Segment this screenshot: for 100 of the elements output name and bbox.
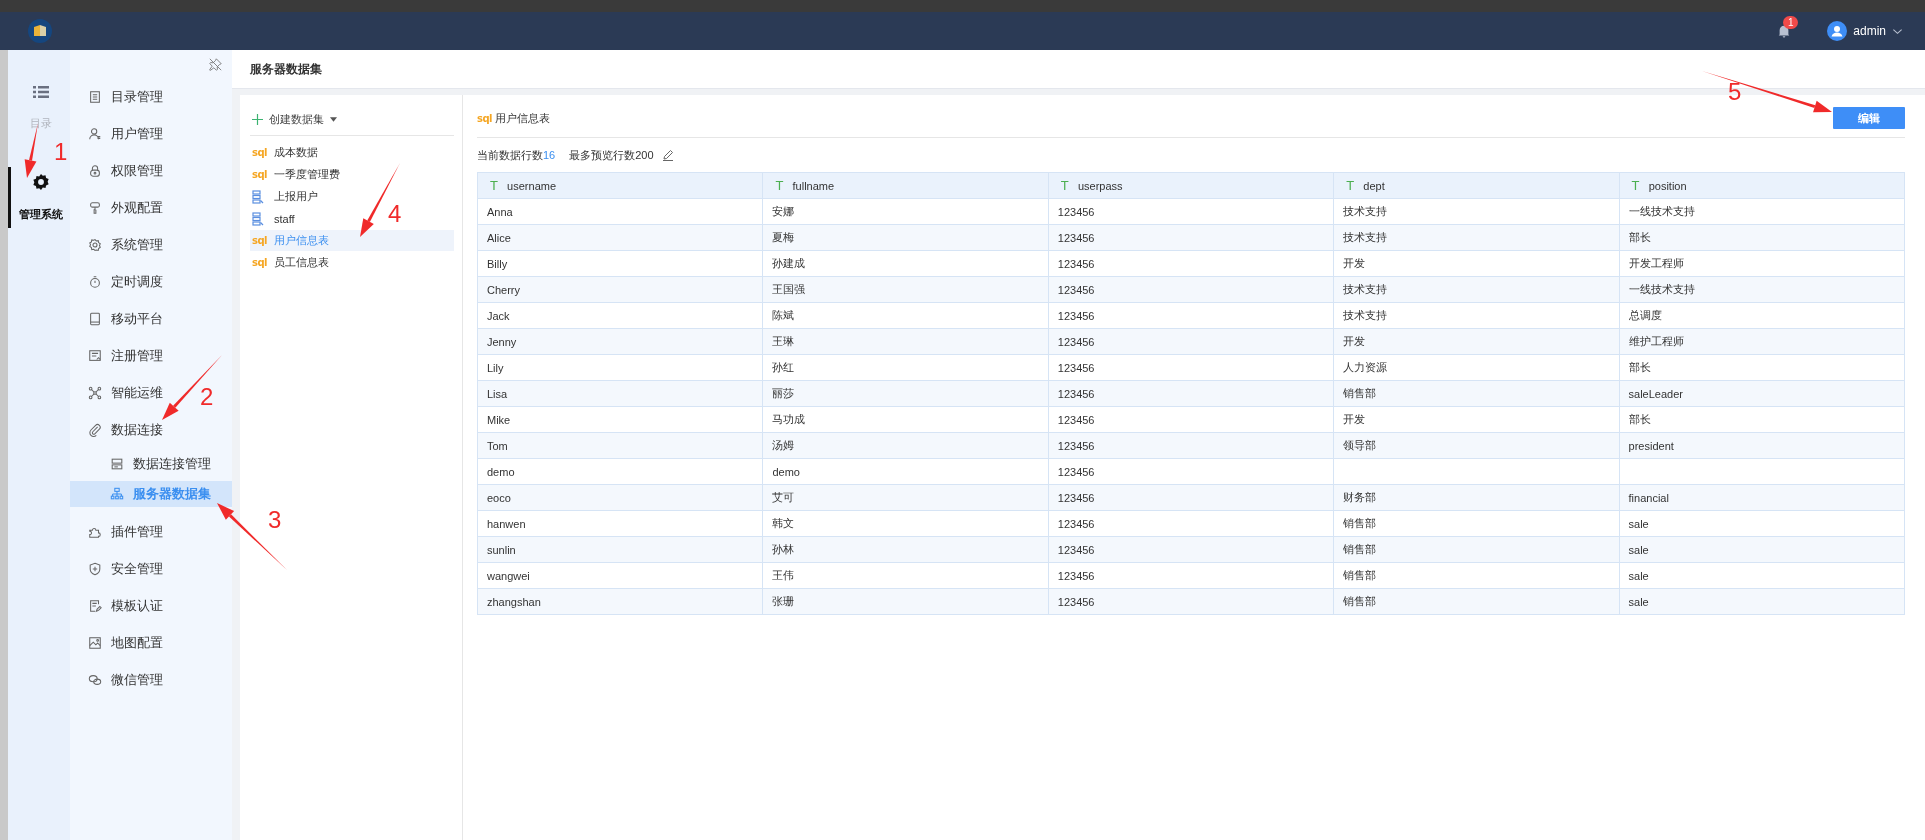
brush-icon xyxy=(88,201,102,215)
dataset-item[interactable]: staff xyxy=(250,208,299,229)
pin-icon[interactable] xyxy=(209,58,222,71)
table-cell: 123456 xyxy=(1048,406,1334,433)
table-cell: saleLeader xyxy=(1619,380,1905,407)
table-cell: Cherry xyxy=(477,276,763,303)
table-cell: Jenny xyxy=(477,328,763,355)
column-header: T userpass xyxy=(1048,172,1334,199)
table-cell: 人力资源 xyxy=(1333,354,1620,381)
table-cell: 部长 xyxy=(1619,406,1905,433)
table-cell: Billy xyxy=(477,250,763,277)
lock-icon xyxy=(88,164,102,178)
nav-item[interactable]: 外观配置 xyxy=(70,195,169,221)
table-cell: 财务部 xyxy=(1333,484,1620,511)
create-dataset-button[interactable]: 创建数据集 xyxy=(250,107,343,131)
table-cell: wangwei xyxy=(477,562,763,589)
table-cell: 技术支持 xyxy=(1333,302,1620,329)
timer-icon xyxy=(88,275,102,289)
nav-item[interactable]: 系统管理 xyxy=(70,232,169,258)
annotation-number: 1 xyxy=(54,138,68,165)
table-cell: 销售部 xyxy=(1333,588,1620,615)
table-cell: Alice xyxy=(477,224,763,251)
annotation-number: 5 xyxy=(1728,78,1742,105)
table-cell: sale xyxy=(1619,562,1905,589)
table-cell: 一线技术支持 xyxy=(1619,198,1905,225)
table-cell: 销售部 xyxy=(1333,562,1620,589)
nav-item[interactable]: 模板认证 xyxy=(70,593,169,619)
sql-label: sql xyxy=(252,169,269,180)
tablet-icon xyxy=(88,312,102,326)
nav-item[interactable]: 目录管理 xyxy=(70,84,169,110)
chat-icon xyxy=(88,673,102,687)
table-cell: 技术支持 xyxy=(1333,276,1620,303)
table-cell: hanwen xyxy=(477,510,763,537)
gear-icon xyxy=(88,238,102,252)
table-cell: Mike xyxy=(477,406,763,433)
dataset-item[interactable]: sql 员工信息表 xyxy=(250,252,333,273)
page-title: 服务器数据集 xyxy=(250,60,322,78)
table-cell: financial xyxy=(1619,484,1905,511)
table-cell: 孙建成 xyxy=(762,250,1049,277)
table-cell: demo xyxy=(477,458,763,485)
dataset-item[interactable]: sql 成本数据 xyxy=(250,142,322,163)
table-cell: zhangshan xyxy=(477,588,763,615)
column-header: T username xyxy=(477,172,763,199)
table-cell: Jack xyxy=(477,302,763,329)
table-cell: 开发 xyxy=(1333,328,1620,355)
table-cell: Anna xyxy=(477,198,763,225)
user-name[interactable]: admin xyxy=(1853,24,1886,38)
edit-icon[interactable] xyxy=(661,149,674,161)
nav-item[interactable]: 注册管理 xyxy=(70,343,169,369)
nav-item[interactable]: 微信管理 xyxy=(70,667,169,693)
dataset-item[interactable]: sql 一季度管理费 xyxy=(250,164,344,185)
shield-icon xyxy=(88,562,102,576)
dataset-item[interactable]: 上报用户 xyxy=(250,186,322,207)
table-cell: 夏梅 xyxy=(762,224,1049,251)
sql-label: sql xyxy=(252,235,269,246)
nav-item[interactable]: 安全管理 xyxy=(70,556,169,582)
table-cell: 123456 xyxy=(1048,354,1334,381)
table-cell: 123456 xyxy=(1048,562,1334,589)
annotation-number: 2 xyxy=(200,383,214,410)
gear-icon xyxy=(31,173,50,191)
avatar-icon[interactable] xyxy=(1827,21,1848,41)
app-logo[interactable] xyxy=(28,19,52,43)
table-cell: 开发 xyxy=(1333,406,1620,433)
column-header: T fullname xyxy=(762,172,1049,199)
row-count-label: 当前数据行数 xyxy=(477,147,543,163)
nav-item[interactable]: 移动平台 xyxy=(70,306,169,332)
nav-item[interactable]: 定时调度 xyxy=(70,269,169,295)
list-icon xyxy=(31,84,50,100)
table-cell: 123456 xyxy=(1048,198,1334,225)
nav-item[interactable]: 数据连接管理 xyxy=(70,451,217,477)
nav-item[interactable]: 用户管理 xyxy=(70,121,169,147)
table-cell: 技术支持 xyxy=(1333,224,1620,251)
table-cell: 维护工程师 xyxy=(1619,328,1905,355)
table-cell: 技术支持 xyxy=(1333,198,1620,225)
column-header: T dept xyxy=(1333,172,1620,199)
table-cell: 123456 xyxy=(1048,224,1334,251)
nav-item[interactable]: 权限管理 xyxy=(70,158,169,184)
nav-item[interactable]: 插件管理 xyxy=(70,519,169,545)
annotation-number: 4 xyxy=(388,200,402,227)
table-cell: Lily xyxy=(477,354,763,381)
person-icon xyxy=(88,127,102,141)
table-cell: 123456 xyxy=(1048,380,1334,407)
table-cell: 开发工程师 xyxy=(1619,250,1905,277)
table-cell: 123456 xyxy=(1048,302,1334,329)
row-count: 16 xyxy=(543,149,556,161)
table-cell: 王伟 xyxy=(762,562,1049,589)
table-cell: 孙红 xyxy=(762,354,1049,381)
nav-item[interactable]: 地图配置 xyxy=(70,630,169,656)
nav-item[interactable]: 数据连接 xyxy=(70,417,169,443)
form-icon xyxy=(88,349,102,363)
table-cell: 领导部 xyxy=(1333,432,1620,459)
table-cell: 开发 xyxy=(1333,250,1620,277)
table-cell: 艾可 xyxy=(762,484,1049,511)
table-cell: 孙林 xyxy=(762,536,1049,563)
table-cell: sunlin xyxy=(477,536,763,563)
table-cell: 123456 xyxy=(1048,484,1334,511)
table-cell: 部长 xyxy=(1619,354,1905,381)
server-icon xyxy=(110,457,124,471)
table-cell: Lisa xyxy=(477,380,763,407)
nav-item[interactable]: 智能运维 xyxy=(70,380,169,406)
